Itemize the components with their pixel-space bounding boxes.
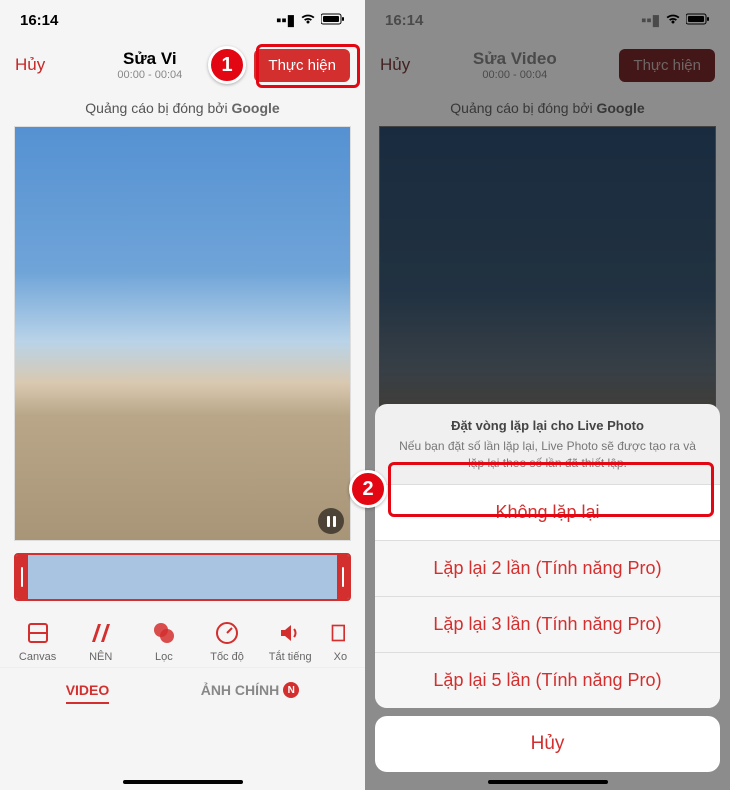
tab-label: ẢNH CHÍNH [201, 682, 280, 698]
trim-handle-left[interactable] [21, 567, 23, 587]
video-timeline[interactable] [14, 553, 351, 601]
callout-number-1: 1 [208, 46, 246, 84]
tool-loc[interactable]: Lọc [137, 619, 191, 663]
trim-handle-right[interactable] [342, 567, 344, 587]
execute-button[interactable]: Thực hiện [619, 49, 715, 82]
header-center: Sửa Video 00:00 - 00:04 [410, 49, 619, 81]
sheet-header: Đặt vòng lặp lại cho Live Photo Nếu bạn … [375, 404, 720, 484]
option-repeat-3[interactable]: Lặp lại 3 lần (Tính năng Pro) [375, 596, 720, 652]
signal-icon: ▪▪▮ [276, 11, 295, 29]
battery-icon [321, 12, 345, 29]
tool-nen[interactable]: NÊN [74, 619, 128, 663]
action-sheet: Đặt vòng lặp lại cho Live Photo Nếu bạn … [375, 404, 720, 772]
tool-label: Tốc độ [210, 651, 244, 663]
tool-canvas[interactable]: Canvas [11, 619, 65, 663]
cancel-button[interactable]: Hủy [380, 55, 410, 75]
battery-icon [686, 12, 710, 29]
sheet-description: Nếu bạn đặt số lần lặp lại, Live Photo s… [393, 438, 702, 472]
wifi-icon [665, 12, 681, 29]
tool-tattieng[interactable]: Tắt tiếng [263, 619, 317, 663]
status-time: 16:14 [385, 12, 423, 29]
ad-text: Quảng cáo bị đóng bởi [85, 100, 231, 116]
option-repeat-2[interactable]: Lặp lại 2 lần (Tính năng Pro) [375, 540, 720, 596]
callout-number-2: 2 [349, 470, 387, 508]
toolbar: Canvas NÊN Lọc Tốc độ Tắt tiếng Xo [0, 611, 365, 667]
status-icons: ▪▪▮ [276, 11, 345, 29]
option-repeat-5[interactable]: Lặp lại 5 lần (Tính năng Pro) [375, 652, 720, 708]
home-indicator[interactable] [123, 780, 243, 784]
option-no-repeat[interactable]: Không lặp lại [375, 484, 720, 540]
execute-button[interactable]: Thực hiện [254, 49, 350, 82]
cancel-button[interactable]: Hủy [15, 55, 45, 75]
status-icons: ▪▪▮ [641, 11, 710, 29]
phone-left: 16:14 ▪▪▮ Hủy Sửa Vi 00:00 - 00:04 Thực … [0, 0, 365, 790]
google-logo: Google [231, 100, 279, 116]
speed-icon [213, 619, 241, 647]
google-logo: Google [596, 100, 644, 116]
tool-label: NÊN [89, 651, 112, 663]
pause-icon[interactable] [318, 508, 344, 534]
status-time: 16:14 [20, 12, 58, 29]
bottom-tabs: VIDEO ẢNH CHÍNH N [0, 667, 365, 712]
sheet-main: Đặt vòng lặp lại cho Live Photo Nếu bạn … [375, 404, 720, 708]
status-bar: 16:14 ▪▪▮ [0, 0, 365, 40]
filter-icon [150, 619, 178, 647]
new-badge: N [283, 682, 299, 698]
tab-video[interactable]: VIDEO [66, 682, 110, 704]
wifi-icon [300, 12, 316, 29]
tool-xo[interactable]: Xo [326, 619, 354, 663]
tool-label: Lọc [155, 651, 173, 663]
header: Hủy Sửa Video 00:00 - 00:04 Thực hiện [365, 40, 730, 90]
tab-anhchinh[interactable]: ẢNH CHÍNH N [201, 682, 300, 704]
ad-bar: Quảng cáo bị đóng bởi Google [0, 90, 365, 126]
mute-icon [276, 619, 304, 647]
ad-bar: Quảng cáo bị đóng bởi Google [365, 90, 730, 126]
ad-text: Quảng cáo bị đóng bởi [450, 100, 596, 116]
tool-label: Tắt tiếng [269, 651, 312, 663]
tool-label: Canvas [19, 651, 56, 663]
page-title: Sửa Video [410, 49, 619, 69]
phone-right: 16:14 ▪▪▮ Hủy Sửa Video 00:00 - 00:04 Th… [365, 0, 730, 790]
stripes-icon [87, 619, 115, 647]
video-preview[interactable] [14, 126, 351, 541]
signal-icon: ▪▪▮ [641, 11, 660, 29]
sheet-title: Đặt vòng lặp lại cho Live Photo [393, 418, 702, 433]
timecode: 00:00 - 00:04 [410, 69, 619, 81]
canvas-icon [24, 619, 52, 647]
tool-label: Xo [334, 651, 347, 663]
sheet-cancel-button[interactable]: Hủy [375, 716, 720, 772]
tool-tocdo[interactable]: Tốc độ [200, 619, 254, 663]
header: Hủy Sửa Vi 00:00 - 00:04 Thực hiện [0, 40, 365, 90]
home-indicator[interactable] [488, 780, 608, 784]
crop-icon [326, 619, 354, 647]
status-bar: 16:14 ▪▪▮ [365, 0, 730, 40]
